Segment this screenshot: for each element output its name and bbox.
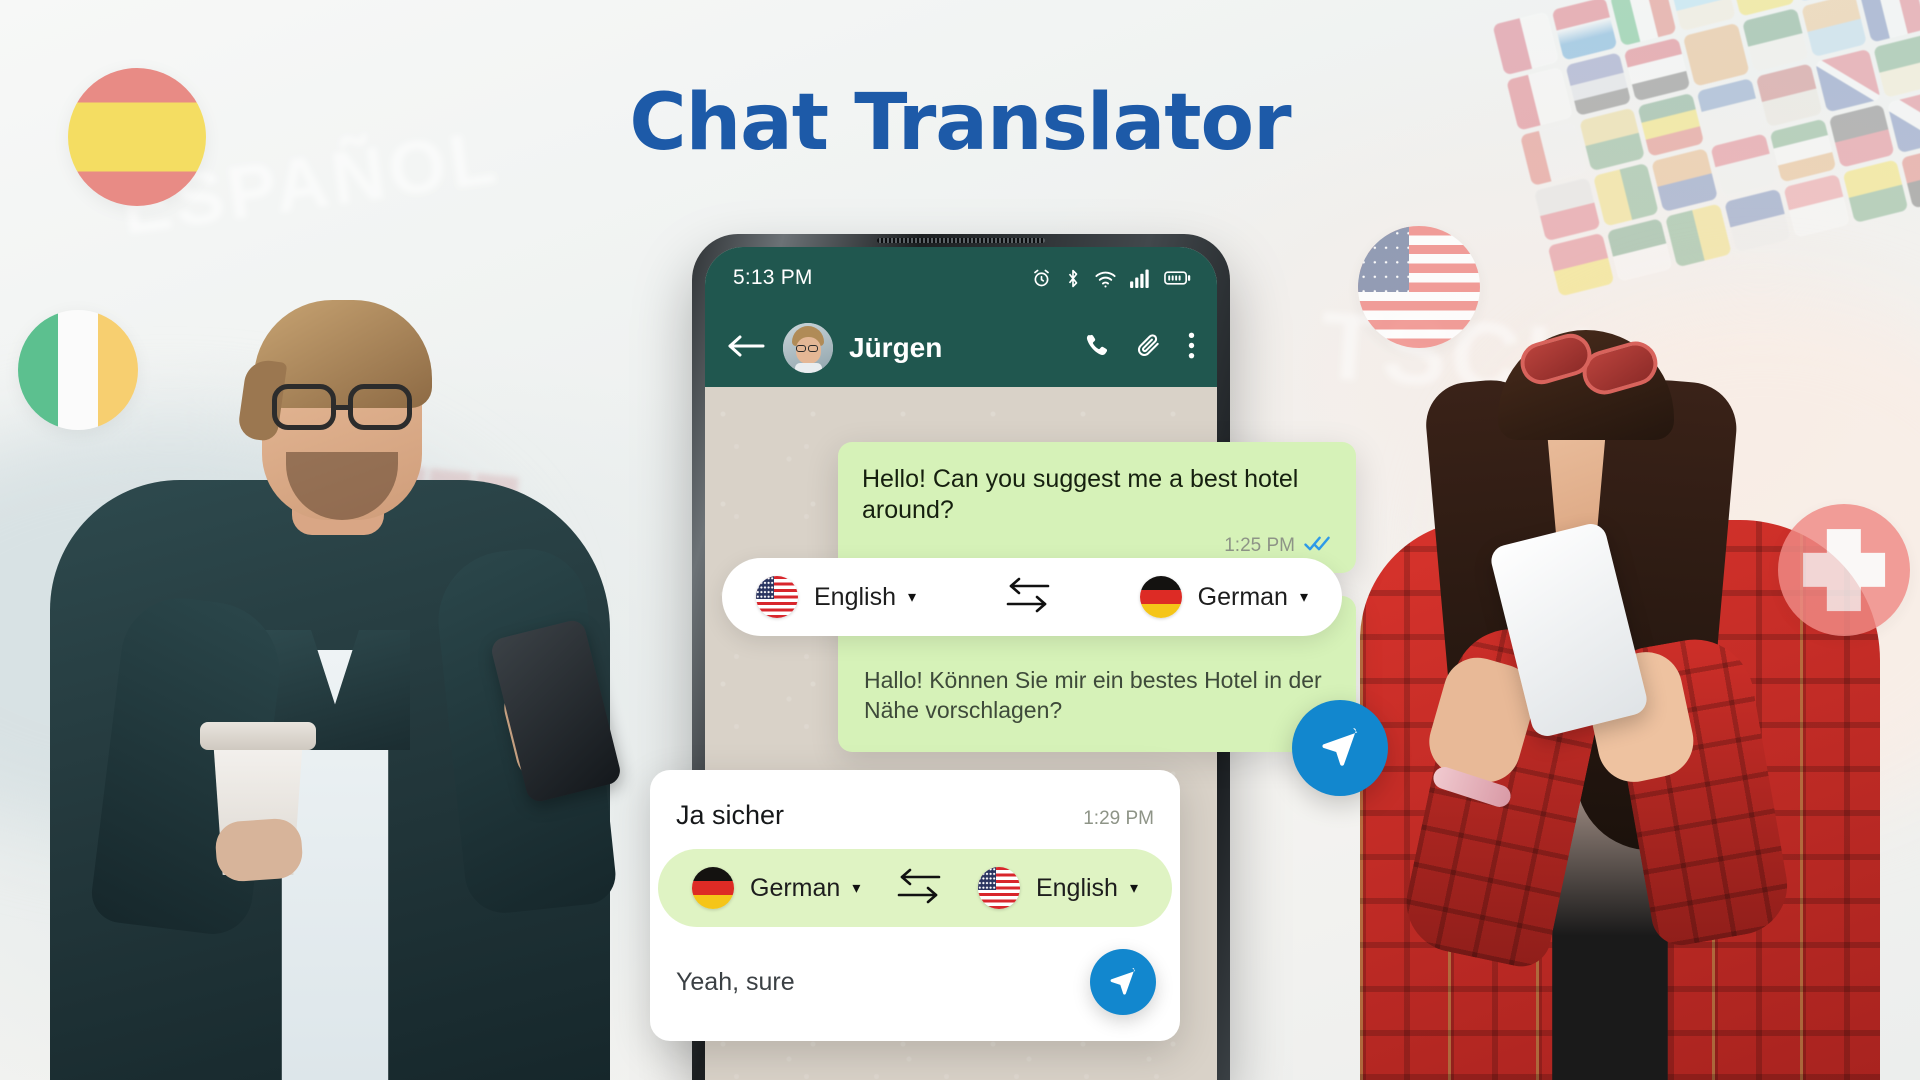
ireland-flag-badge bbox=[18, 310, 138, 430]
contact-name: Jürgen bbox=[849, 332, 943, 363]
language-selector-bar: German ▾ English ▾ bbox=[658, 849, 1172, 927]
contact-avatar[interactable] bbox=[783, 323, 833, 373]
phone-speaker-grille bbox=[877, 238, 1045, 243]
usa-flag-badge bbox=[1358, 226, 1480, 348]
incoming-original-row: Ja sicher 1:29 PM bbox=[650, 788, 1180, 849]
battery-icon bbox=[1164, 270, 1191, 286]
us-flag-icon bbox=[756, 576, 798, 618]
swap-arrows-icon[interactable] bbox=[1005, 573, 1051, 622]
target-language-label: English bbox=[1035, 873, 1118, 902]
reply-input-row: Yeah, sure bbox=[650, 927, 1180, 1041]
man-with-phone-and-coffee bbox=[10, 180, 670, 1080]
attachment-icon[interactable] bbox=[1136, 332, 1162, 364]
target-language-chip[interactable]: German ▾ bbox=[1139, 576, 1308, 618]
reply-input[interactable]: Yeah, sure bbox=[676, 968, 795, 997]
wifi-icon bbox=[1094, 268, 1117, 289]
target-language-label: German bbox=[1197, 582, 1288, 611]
chevron-down-icon: ▾ bbox=[1129, 880, 1138, 897]
outgoing-message-bubble: Hello! Can you suggest me a best hotel a… bbox=[838, 442, 1356, 573]
translated-message-text: Hallo! Können Sie mir ein bestes Hotel i… bbox=[864, 667, 1322, 723]
send-paper-plane-icon bbox=[1110, 968, 1136, 995]
source-language-chip[interactable]: German ▾ bbox=[692, 867, 860, 909]
chat-header: Jürgen bbox=[705, 309, 1217, 387]
source-language-label: English bbox=[814, 582, 896, 611]
us-flag-icon bbox=[977, 867, 1020, 909]
outgoing-message-text: Hello! Can you suggest me a best hotel a… bbox=[862, 465, 1299, 525]
translate-bar-top: English ▾ German ▾ bbox=[722, 558, 1342, 636]
page-title: Chat Translator bbox=[629, 78, 1291, 168]
send-button-floating[interactable] bbox=[1292, 700, 1388, 796]
reply-translation-card: Ja sicher 1:29 PM German ▾ English ▾ Yea… bbox=[650, 770, 1180, 1041]
chevron-down-icon: ▾ bbox=[908, 589, 917, 606]
source-language-label: German bbox=[750, 873, 841, 902]
send-paper-plane-icon bbox=[1322, 728, 1358, 766]
bluetooth-icon bbox=[1065, 268, 1081, 289]
de-flag-icon bbox=[1139, 576, 1182, 618]
status-clock: 5:13 PM bbox=[733, 266, 813, 289]
signal-icon bbox=[1130, 268, 1151, 288]
read-receipt-icon bbox=[1304, 535, 1332, 557]
status-icon-group bbox=[1031, 268, 1191, 289]
incoming-original-text: Ja sicher bbox=[676, 800, 785, 830]
translate-bar-bottom: German ▾ English ▾ bbox=[650, 849, 1180, 927]
send-button[interactable] bbox=[1090, 949, 1156, 1015]
chevron-down-icon: ▾ bbox=[852, 880, 861, 897]
switzerland-flag-badge bbox=[1778, 504, 1910, 636]
source-language-chip[interactable]: English ▾ bbox=[756, 576, 916, 618]
message-timestamp: 1:25 PM bbox=[1224, 534, 1295, 556]
chevron-down-icon: ▾ bbox=[1299, 589, 1308, 606]
woman-with-phone bbox=[1270, 200, 1910, 1080]
language-selector-bar: English ▾ German ▾ bbox=[722, 558, 1342, 636]
swap-arrows-icon[interactable] bbox=[896, 864, 942, 913]
alarm-icon bbox=[1031, 268, 1052, 289]
call-icon[interactable] bbox=[1083, 332, 1110, 364]
back-arrow-icon[interactable] bbox=[727, 333, 765, 364]
target-language-chip[interactable]: English ▾ bbox=[977, 867, 1138, 909]
de-flag-icon bbox=[692, 867, 734, 909]
incoming-timestamp: 1:29 PM bbox=[1083, 808, 1154, 829]
more-options-icon[interactable] bbox=[1188, 332, 1195, 364]
status-bar: 5:13 PM bbox=[705, 247, 1217, 309]
